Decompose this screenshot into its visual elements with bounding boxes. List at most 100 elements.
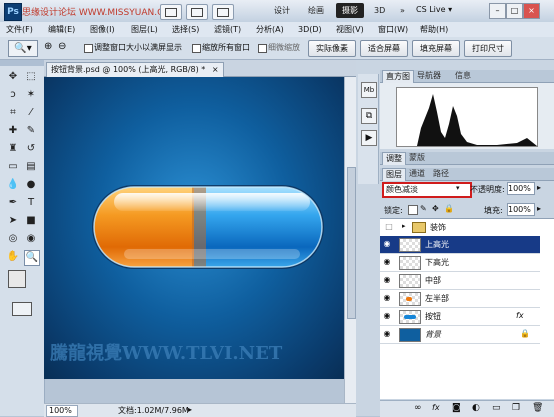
- scrubby-zoom-checkbox[interactable]: [258, 44, 267, 53]
- healing-brush-icon[interactable]: ✚: [6, 124, 20, 138]
- 3d-rotate-icon[interactable]: ◎: [6, 232, 20, 246]
- lasso-tool-icon[interactable]: ↄ: [6, 88, 20, 102]
- link-layers-icon[interactable]: ∞: [414, 403, 422, 413]
- print-size-button[interactable]: 打印尺寸: [464, 40, 512, 57]
- adjustment-layer-icon[interactable]: ◐: [472, 403, 480, 413]
- menu-image[interactable]: 图像(I): [90, 23, 115, 36]
- arrange-documents-icon[interactable]: [212, 4, 234, 20]
- add-style-icon[interactable]: fx: [432, 403, 440, 412]
- fill-field[interactable]: 100%: [507, 203, 535, 216]
- brush-tool-icon[interactable]: ✎: [24, 124, 38, 138]
- menu-analysis[interactable]: 分析(A): [256, 23, 284, 36]
- tab-layers[interactable]: 图层: [382, 168, 406, 181]
- layer-effects-icon[interactable]: fx: [516, 311, 524, 320]
- group-visibility-icon[interactable]: □: [384, 222, 394, 232]
- tab-adjustments[interactable]: 调整: [382, 152, 406, 165]
- tab-masks[interactable]: 蒙版: [406, 152, 428, 164]
- move-tool-icon[interactable]: ✥: [6, 70, 20, 84]
- marquee-tool-icon[interactable]: ⬚: [24, 70, 38, 84]
- visibility-eye-icon[interactable]: ◉: [382, 257, 392, 267]
- zoom-out-icon[interactable]: ⊖: [58, 41, 66, 52]
- lock-pixels-icon[interactable]: ✎: [420, 204, 427, 213]
- menu-file[interactable]: 文件(F): [6, 23, 33, 36]
- menu-window[interactable]: 窗口(W): [378, 23, 408, 36]
- workspace-photography[interactable]: 摄影: [336, 3, 364, 18]
- menu-select[interactable]: 选择(S): [172, 23, 199, 36]
- mini-bridge-icon[interactable]: Mb: [361, 82, 377, 98]
- more-workspaces-button[interactable]: »: [394, 3, 411, 18]
- menu-help[interactable]: 帮助(H): [420, 23, 448, 36]
- path-select-icon[interactable]: ➤: [6, 214, 20, 228]
- zoom-in-icon[interactable]: ⊕: [44, 41, 52, 52]
- scrollbar-thumb[interactable]: [347, 167, 356, 319]
- clone-stamp-icon[interactable]: ♜: [6, 142, 20, 156]
- actions-panel-icon[interactable]: ▶: [361, 130, 377, 146]
- quick-mask-icon[interactable]: [12, 302, 32, 316]
- menu-3d[interactable]: 3D(D): [298, 23, 322, 36]
- zoom-all-checkbox[interactable]: [192, 44, 201, 53]
- document-tab[interactable]: 按钮背景.psd @ 100% (上高光, RGB/8) * ×: [46, 62, 224, 77]
- tool-preset-picker[interactable]: 🔍▾: [8, 40, 38, 57]
- eraser-tool-icon[interactable]: ▭: [6, 160, 20, 174]
- resize-windows-checkbox[interactable]: [84, 44, 93, 53]
- layer-row-middle[interactable]: ◉ 中部: [380, 272, 540, 290]
- menu-layer[interactable]: 图层(L): [131, 23, 158, 36]
- layer-row-button[interactable]: ◉ 按钮 fx: [380, 308, 540, 326]
- lock-position-icon[interactable]: ✥: [432, 204, 439, 213]
- menu-edit[interactable]: 编辑(E): [48, 23, 75, 36]
- opacity-field[interactable]: 100%: [507, 182, 535, 195]
- lock-transparency-icon[interactable]: [408, 205, 418, 215]
- menu-view[interactable]: 视图(V): [336, 23, 364, 36]
- visibility-eye-icon[interactable]: ◉: [382, 293, 392, 303]
- cs-live-button[interactable]: CS Live ▾: [416, 5, 452, 14]
- blend-mode-arrow-icon[interactable]: ▾: [456, 184, 460, 192]
- delete-layer-icon[interactable]: 🗑: [532, 403, 543, 413]
- 3d-orbit-icon[interactable]: ◉: [24, 232, 38, 246]
- add-mask-icon[interactable]: ◙: [452, 403, 461, 413]
- tab-channels[interactable]: 通道: [406, 168, 428, 180]
- visibility-eye-icon[interactable]: ◉: [382, 275, 392, 285]
- eyedropper-tool-icon[interactable]: ⁄: [24, 106, 38, 120]
- new-group-icon[interactable]: ▭: [492, 403, 501, 413]
- layer-row-background[interactable]: ◉ 背景 🔒: [380, 326, 540, 344]
- visibility-eye-icon[interactable]: ◉: [382, 239, 392, 249]
- zoom-field[interactable]: 100%: [46, 405, 78, 417]
- visibility-eye-icon[interactable]: ◉: [382, 329, 392, 339]
- document-close-icon[interactable]: ×: [212, 65, 219, 74]
- magic-wand-icon[interactable]: ✶: [24, 88, 38, 102]
- pen-tool-icon[interactable]: ✒: [6, 196, 20, 210]
- fit-screen-button[interactable]: 适合屏幕: [360, 40, 408, 57]
- crop-tool-icon[interactable]: ⌗: [6, 106, 20, 120]
- status-arrow-icon[interactable]: ▸: [188, 405, 192, 414]
- new-layer-icon[interactable]: ❐: [512, 403, 520, 413]
- tab-histogram[interactable]: 直方图: [382, 70, 414, 83]
- dodge-tool-icon[interactable]: ●: [24, 178, 38, 192]
- bridge-icon[interactable]: [160, 4, 182, 20]
- blur-tool-icon[interactable]: 💧: [6, 178, 20, 192]
- visibility-eye-icon[interactable]: ◉: [382, 311, 392, 321]
- type-tool-icon[interactable]: T: [24, 196, 38, 210]
- zoom-tool-icon[interactable]: 🔍: [24, 250, 40, 266]
- close-button[interactable]: ×: [523, 3, 540, 19]
- layer-row-lower-highlight[interactable]: ◉ 下高光: [380, 254, 540, 272]
- lock-all-icon[interactable]: 🔒: [444, 204, 454, 213]
- group-expand-icon[interactable]: ▸: [402, 222, 406, 230]
- maximize-button[interactable]: □: [506, 3, 523, 19]
- document-canvas[interactable]: 騰龍視覺WWW.TLVI.NET: [44, 77, 344, 379]
- fill-screen-button[interactable]: 填充屏幕: [412, 40, 460, 57]
- gradient-tool-icon[interactable]: ▤: [24, 160, 38, 174]
- minibridge-icon[interactable]: [186, 4, 208, 20]
- minimize-button[interactable]: –: [489, 3, 506, 19]
- workspace-design[interactable]: 设计: [268, 3, 296, 18]
- shape-tool-icon[interactable]: ■: [24, 214, 38, 228]
- layer-group-row[interactable]: □ ▸ 装饰: [380, 219, 540, 237]
- tab-info[interactable]: 信息: [452, 70, 474, 82]
- tab-navigator[interactable]: 导航器: [414, 70, 444, 82]
- actual-pixels-button[interactable]: 实际像素: [308, 40, 356, 57]
- tab-paths[interactable]: 路径: [430, 168, 452, 180]
- menu-filter[interactable]: 滤镜(T): [214, 23, 241, 36]
- workspace-3d[interactable]: 3D: [368, 3, 391, 18]
- history-brush-icon[interactable]: ↺: [24, 142, 38, 156]
- foreground-color-swatch[interactable]: [8, 270, 26, 288]
- history-panel-icon[interactable]: ⧉: [361, 108, 377, 124]
